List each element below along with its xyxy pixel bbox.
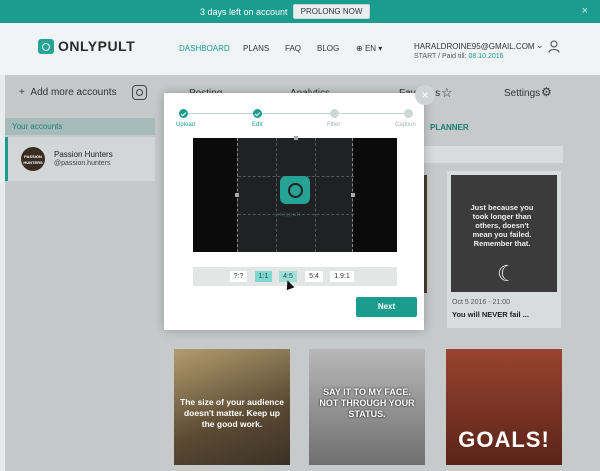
star-icon[interactable]: ☆ bbox=[441, 85, 453, 101]
step-upload-label: Upload bbox=[176, 122, 196, 128]
plus-icon: + bbox=[19, 87, 25, 98]
close-modal-icon[interactable]: × bbox=[415, 85, 435, 105]
planner-toolbar bbox=[423, 146, 563, 163]
globe-icon: ⊕ bbox=[356, 44, 363, 53]
crop-grid-line bbox=[276, 138, 277, 252]
paid-till-label: START / Paid till: bbox=[414, 53, 467, 60]
account-item[interactable]: PASSION HUNTERS Passion Hunters @passion… bbox=[5, 137, 155, 181]
post-tile[interactable]: SAY IT TO MY FACE. NOT THROUGH YOUR STAT… bbox=[309, 349, 425, 465]
step-edit-label: Edit bbox=[252, 122, 263, 128]
step-edit-dot bbox=[253, 109, 262, 118]
close-banner-icon[interactable]: × bbox=[582, 5, 588, 17]
paid-till-info: START / Paid till: 08.10.2016 bbox=[414, 53, 504, 60]
ratio-1-9-1-button[interactable]: 1.9:1 bbox=[330, 271, 354, 282]
top-header: ONLYPULT DASHBOARD PLANS FAQ BLOG ⊕ EN ▾… bbox=[0, 23, 600, 75]
moon-icon: ☾ bbox=[497, 261, 517, 286]
crop-grid-line bbox=[315, 138, 316, 252]
post-quote-text: Just because you took longer than others… bbox=[470, 203, 534, 248]
post-image: Just because you took longer than others… bbox=[451, 175, 557, 292]
nav-faq[interactable]: FAQ bbox=[285, 44, 301, 53]
crop-handle[interactable] bbox=[351, 193, 355, 197]
logo-text[interactable]: ONLYPULT bbox=[58, 38, 135, 54]
post-caption: You will NEVER fail ... bbox=[452, 310, 529, 319]
post-tile[interactable]: GOALS! bbox=[446, 349, 562, 465]
step-filter-label: Filter bbox=[327, 122, 341, 128]
scheduled-post-card[interactable]: Just because you took longer than others… bbox=[447, 171, 561, 328]
ratio-5-4-button[interactable]: 5:4 bbox=[305, 271, 323, 282]
edit-photo-modal: Upload Edit Filter Caption onlypult ?:? … bbox=[164, 93, 424, 330]
step-upload-dot bbox=[179, 109, 188, 118]
ratio-1-1-button[interactable]: 1:1 bbox=[255, 271, 272, 282]
next-button[interactable]: Next bbox=[356, 297, 417, 317]
onlypult-logo-icon[interactable] bbox=[38, 39, 54, 54]
nav-plans[interactable]: PLANS bbox=[243, 44, 269, 53]
tile-text: GOALS! bbox=[458, 427, 550, 452]
post-date: Oct 5 2016 - 21:00 bbox=[452, 299, 510, 306]
paid-till-date: 08.10.2016 bbox=[468, 53, 504, 60]
account-name: Passion Hunters bbox=[54, 150, 113, 159]
editor-logo-word: onlypult bbox=[276, 212, 302, 218]
language-label: EN bbox=[364, 44, 377, 53]
nav-dashboard[interactable]: DASHBOARD bbox=[179, 44, 230, 53]
avatar: PASSION HUNTERS bbox=[21, 147, 45, 171]
step-caption-label: Caption bbox=[395, 122, 416, 128]
tile-text: The size of your audience doesn't matter… bbox=[180, 397, 284, 429]
planner-heading: PLANNER bbox=[430, 123, 469, 132]
sidebar: + Add more accounts Your accounts PASSIO… bbox=[5, 75, 155, 471]
instagram-icon[interactable] bbox=[132, 85, 147, 100]
nav-blog[interactable]: BLOG bbox=[317, 44, 339, 53]
crop-area[interactable]: onlypult bbox=[235, 136, 355, 252]
step-caption-dot bbox=[404, 109, 413, 118]
trial-banner: 3 days left on account PROLONG NOW × bbox=[0, 0, 600, 23]
crop-handle[interactable] bbox=[235, 193, 239, 197]
stepper-line bbox=[183, 113, 408, 114]
add-more-accounts-button[interactable]: + Add more accounts bbox=[19, 87, 117, 98]
user-email[interactable]: HARALDROINE95@GMAIL.COM bbox=[414, 42, 535, 51]
trial-message: 3 days left on account bbox=[200, 7, 288, 17]
tile-text: SAY IT TO MY FACE. NOT THROUGH YOUR STAT… bbox=[319, 387, 415, 419]
prolong-now-button[interactable]: PROLONG NOW bbox=[293, 4, 370, 19]
language-selector[interactable]: ⊕ EN ▾ bbox=[356, 44, 382, 53]
chevron-down-icon: ▾ bbox=[378, 44, 383, 53]
gear-icon[interactable]: ⚙ bbox=[541, 85, 552, 99]
account-handle: @passion.hunters bbox=[54, 160, 111, 167]
add-more-accounts-label: Add more accounts bbox=[30, 87, 117, 98]
crop-handle[interactable] bbox=[294, 136, 298, 140]
onlypult-logo-icon bbox=[280, 176, 310, 204]
post-tile[interactable]: The size of your audience doesn't matter… bbox=[174, 349, 290, 465]
your-accounts-header: Your accounts bbox=[5, 118, 155, 135]
user-menu-chevron-icon[interactable]: ⌄ bbox=[536, 40, 544, 51]
image-editor[interactable]: onlypult bbox=[193, 136, 397, 252]
aspect-ratio-bar: ?:? 1:1 4:5 5:4 1.9:1 bbox=[193, 267, 397, 286]
ratio-free-button[interactable]: ?:? bbox=[230, 271, 247, 282]
tab-settings[interactable]: Settings bbox=[504, 88, 540, 99]
user-icon[interactable] bbox=[548, 40, 560, 53]
step-filter-dot bbox=[330, 109, 339, 118]
